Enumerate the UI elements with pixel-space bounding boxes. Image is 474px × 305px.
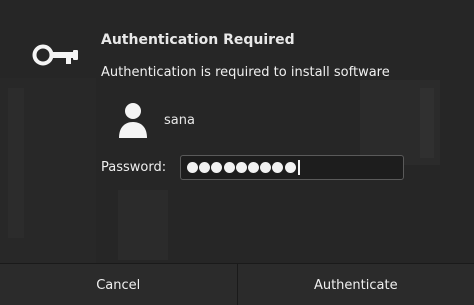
user-row: sana xyxy=(118,100,195,140)
password-mask-dot xyxy=(247,162,259,173)
dialog-title: Authentication Required xyxy=(101,32,295,48)
authenticate-button[interactable]: Authenticate xyxy=(238,264,474,305)
username: sana xyxy=(164,112,195,128)
password-input[interactable] xyxy=(180,155,404,180)
cancel-button[interactable]: Cancel xyxy=(0,264,238,305)
password-mask-dot xyxy=(235,162,247,173)
background-blur-shape xyxy=(8,88,24,238)
password-mask-dot xyxy=(199,162,211,173)
authentication-dialog: Authentication Required Authentication i… xyxy=(0,0,474,305)
background-blur-shape xyxy=(118,190,168,260)
password-label: Password: xyxy=(101,160,167,175)
text-caret xyxy=(297,160,300,175)
background-blur-shape xyxy=(420,88,434,158)
button-bar: Cancel Authenticate xyxy=(0,263,474,305)
dialog-message: Authentication is required to install so… xyxy=(101,65,390,80)
key-icon xyxy=(32,44,78,66)
password-mask-dot xyxy=(260,162,272,173)
password-mask-dot xyxy=(223,162,235,173)
password-mask-dot xyxy=(187,162,198,173)
user-avatar-icon xyxy=(119,103,147,138)
password-mask-dot xyxy=(272,162,284,173)
password-mask-dot xyxy=(284,162,296,173)
password-mask-dot xyxy=(211,162,223,173)
